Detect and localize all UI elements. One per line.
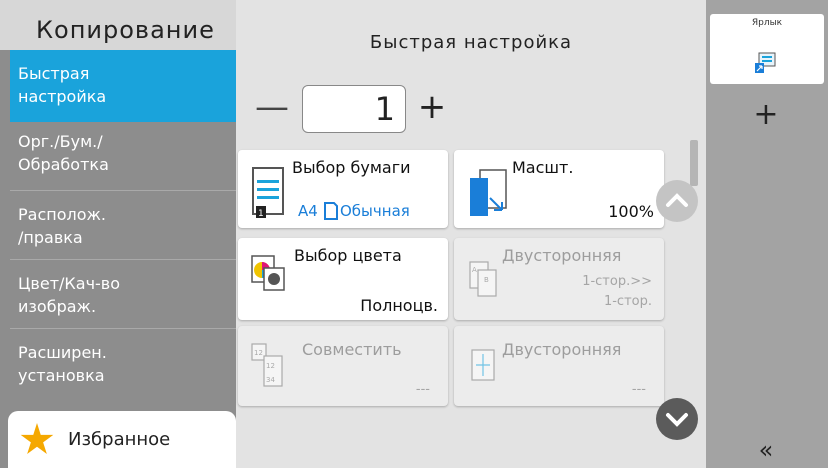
chevron-up-icon [666,193,688,207]
combine-tile[interactable]: 12 12 34 Совместить --- [238,326,448,406]
scroll-down-button[interactable] [656,398,698,440]
sidebar-item-label-line1: Орг./Бум./ [18,132,103,151]
zoom-value: 100% [608,202,654,221]
svg-text:12: 12 [266,362,275,370]
sidebar-item-advanced[interactable]: Расширен. установка [10,329,236,398]
increase-copies-button[interactable]: + [410,87,454,131]
sidebar-item-label-line1: Расширен. [18,343,107,362]
scroll-up-button[interactable] [656,180,698,222]
svg-text:12: 12 [254,349,263,357]
paper-sheet-icon [324,202,338,220]
zoom-tile[interactable]: Масшт. 100% [454,150,664,228]
combine-value: --- [415,382,430,397]
app-title: Копирование [0,0,236,50]
paper-selection-tile[interactable]: 1 Выбор бумаги A4 Обычная [238,150,448,228]
paper-tray-icon: 1 [252,167,284,219]
sidebar: Копирование Быстрая настройка Орг./Бум./… [0,0,236,468]
favorites-label: Избранное [68,429,171,450]
chevron-down-icon [666,413,688,427]
zoom-icon [470,169,507,216]
sidebar-item-label-line2: установка [18,366,105,385]
shortcut-label: Ярлык [751,18,783,28]
sidebar-item-label-line1: Быстрая [18,64,90,83]
sidebar-item-label-line2: /правка [18,228,83,247]
svg-text:B: B [484,276,489,284]
combine-icon: 12 12 34 [251,343,283,387]
duplex-value-line1: 1-стор.>> [582,274,652,289]
margin-icon [471,349,495,381]
sidebar-item-color-quality[interactable]: Цвет/Кач-во изображ. [10,260,236,329]
sidebar-item-label-line2: изображ. [18,297,97,316]
shortcut-icon [755,52,776,73]
svg-text:A: A [472,266,477,274]
main-panel: Быстрая настройка — 1 + 1 Выбор бумаги A… [236,0,706,468]
duplex-secondary-value: --- [631,382,646,397]
color-selection-tile[interactable]: Выбор цвета Полноцв. [238,238,448,320]
sidebar-item-label-line2: Обработка [18,155,109,174]
star-icon [20,423,54,454]
tile-title: Выбор бумаги [292,158,411,177]
svg-text:34: 34 [266,376,275,384]
sidebar-item-org-paper[interactable]: Орг./Бум./ Обработка [10,122,236,191]
color-mode-value: Полноцв. [360,296,438,315]
add-shortcut-button[interactable]: + [746,96,786,136]
sidebar-item-label-line2: настройка [18,87,107,106]
tile-title: Совместить [302,340,402,359]
shortcut-button[interactable]: Ярлык [710,14,824,84]
sidebar-item-layout[interactable]: Располож. /правка [10,191,236,260]
decrease-copies-button[interactable]: — [250,87,294,131]
copies-input[interactable]: 1 [302,85,406,133]
duplex-tile[interactable]: A B Двусторонняя 1-стор.>> 1-стор. [454,238,664,320]
collapse-panel-button[interactable]: « [746,436,786,464]
duplex-value-line2: 1-стор. [603,294,652,309]
sidebar-item-label-line1: Располож. [18,205,107,224]
svg-text:1: 1 [258,209,264,219]
tile-title: Двусторонняя [502,340,622,359]
page-title: Быстрая настройка [369,32,573,53]
sidebar-item-quick-setup[interactable]: Быстрая настройка [10,50,236,122]
paper-type-value: Обычная [340,202,410,220]
sidebar-item-label-line1: Цвет/Кач-во [18,274,121,293]
duplex-icon: A B [469,261,497,297]
paper-size-value: A4 [298,202,318,220]
color-mode-icon [251,255,285,291]
tile-title: Двусторонняя [502,246,622,265]
duplex-secondary-tile[interactable]: Двусторонняя --- [454,326,664,406]
favorites-button[interactable]: Избранное [8,411,236,468]
tile-title: Масшт. [512,158,574,177]
tile-title: Выбор цвета [294,246,402,265]
shortcut-panel: Ярлык + « [706,0,828,468]
